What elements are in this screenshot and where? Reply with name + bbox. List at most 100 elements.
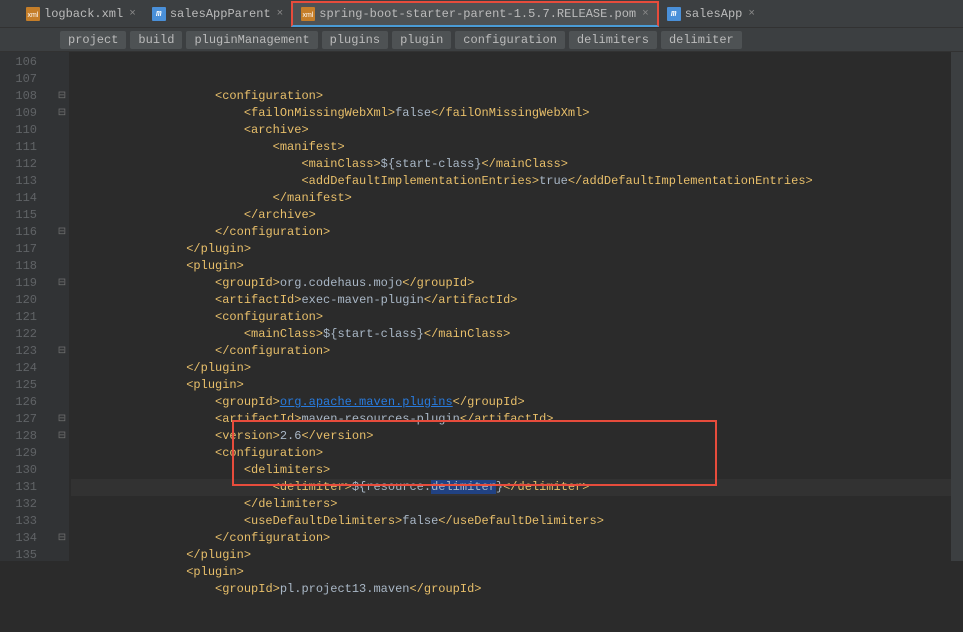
tab-spring-boot-pom[interactable]: xml spring-boot-starter-parent-1.5.7.REL… bbox=[291, 1, 658, 27]
close-icon[interactable]: × bbox=[129, 8, 136, 20]
code-line[interactable]: <delimiter>${resource.delimiter}</delimi… bbox=[71, 479, 951, 496]
code-line[interactable]: <plugin> bbox=[71, 258, 951, 275]
code-line[interactable]: <manifest> bbox=[71, 139, 951, 156]
code-line[interactable]: <delimiters> bbox=[71, 462, 951, 479]
fold-marker[interactable] bbox=[55, 547, 69, 564]
close-icon[interactable]: × bbox=[642, 8, 649, 20]
fold-marker[interactable]: ⊟ bbox=[55, 343, 69, 360]
fold-marker[interactable] bbox=[55, 54, 69, 71]
fold-marker[interactable]: ⊟ bbox=[55, 105, 69, 122]
code-line[interactable]: <plugin> bbox=[71, 564, 951, 581]
code-line[interactable]: </manifest> bbox=[71, 190, 951, 207]
code-line[interactable]: <useDefaultDelimiters>false</useDefaultD… bbox=[71, 513, 951, 530]
code-line[interactable]: <archive> bbox=[71, 122, 951, 139]
line-number: 131 bbox=[0, 479, 37, 496]
fold-marker[interactable] bbox=[55, 394, 69, 411]
fold-marker[interactable] bbox=[55, 360, 69, 377]
crumb-pluginmanagement[interactable]: pluginManagement bbox=[186, 31, 317, 49]
fold-marker[interactable]: ⊟ bbox=[55, 224, 69, 241]
code-line[interactable]: <groupId>pl.project13.maven</groupId> bbox=[71, 581, 951, 598]
fold-marker[interactable] bbox=[55, 513, 69, 530]
code-line[interactable]: <mainClass>${start-class}</mainClass> bbox=[71, 326, 951, 343]
crumb-delimiter[interactable]: delimiter bbox=[661, 31, 742, 49]
code-line[interactable]: </configuration> bbox=[71, 530, 951, 547]
code-line[interactable]: <version>2.6</version> bbox=[71, 428, 951, 445]
fold-marker[interactable] bbox=[55, 122, 69, 139]
fold-marker[interactable] bbox=[55, 71, 69, 88]
line-number: 119 bbox=[0, 275, 37, 292]
code-line[interactable]: </delimiters> bbox=[71, 496, 951, 513]
tab-salesapp[interactable]: m salesApp × bbox=[659, 1, 763, 27]
fold-marker[interactable]: ⊟ bbox=[55, 428, 69, 445]
code-line[interactable]: <artifactId>maven-resources-plugin</arti… bbox=[71, 411, 951, 428]
close-icon[interactable]: × bbox=[748, 8, 755, 20]
code-line[interactable]: <configuration> bbox=[71, 445, 951, 462]
fold-marker[interactable] bbox=[55, 496, 69, 513]
code-line[interactable]: </configuration> bbox=[71, 343, 951, 360]
code-line[interactable]: <artifactId>exec-maven-plugin</artifactI… bbox=[71, 292, 951, 309]
fold-marker[interactable]: ⊟ bbox=[55, 275, 69, 292]
fold-marker[interactable] bbox=[55, 292, 69, 309]
crumb-configuration[interactable]: configuration bbox=[455, 31, 565, 49]
crumb-plugin[interactable]: plugin bbox=[392, 31, 451, 49]
code-line[interactable]: <addDefaultImplementationEntries>true</a… bbox=[71, 173, 951, 190]
svg-text:xml: xml bbox=[28, 12, 39, 19]
line-number: 106 bbox=[0, 54, 37, 71]
tab-label: spring-boot-starter-parent-1.5.7.RELEASE… bbox=[319, 7, 636, 21]
close-icon[interactable]: × bbox=[277, 8, 284, 20]
code-line[interactable]: <plugin> bbox=[71, 377, 951, 394]
line-number: 114 bbox=[0, 190, 37, 207]
fold-marker[interactable] bbox=[55, 377, 69, 394]
line-number: 110 bbox=[0, 122, 37, 139]
line-number: 123 bbox=[0, 343, 37, 360]
line-number: 109 bbox=[0, 105, 37, 122]
line-number: 115 bbox=[0, 207, 37, 224]
vertical-scrollbar[interactable] bbox=[951, 52, 963, 561]
code-line[interactable]: <mainClass>${start-class}</mainClass> bbox=[71, 156, 951, 173]
line-number: 112 bbox=[0, 156, 37, 173]
code-line[interactable]: </plugin> bbox=[71, 241, 951, 258]
code-editor[interactable]: 1061071081091101111121131141151161171181… bbox=[0, 52, 963, 561]
fold-marker[interactable]: ⊟ bbox=[55, 88, 69, 105]
code-line[interactable]: <configuration> bbox=[71, 88, 951, 105]
fold-marker[interactable] bbox=[55, 190, 69, 207]
crumb-build[interactable]: build bbox=[130, 31, 182, 49]
tab-salesappparent[interactable]: m salesAppParent × bbox=[144, 1, 291, 27]
fold-marker[interactable] bbox=[55, 173, 69, 190]
code-line[interactable]: <groupId>org.codehaus.mojo</groupId> bbox=[71, 275, 951, 292]
code-line[interactable]: <groupId>org.apache.maven.plugins</group… bbox=[71, 394, 951, 411]
fold-marker[interactable] bbox=[55, 326, 69, 343]
code-line[interactable]: </plugin> bbox=[71, 547, 951, 564]
crumb-delimiters[interactable]: delimiters bbox=[569, 31, 657, 49]
fold-marker[interactable] bbox=[55, 258, 69, 275]
tab-label: salesAppParent bbox=[170, 7, 271, 21]
line-number: 121 bbox=[0, 309, 37, 326]
crumb-project[interactable]: project bbox=[60, 31, 126, 49]
code-line[interactable]: <failOnMissingWebXml>false</failOnMissin… bbox=[71, 105, 951, 122]
code-line[interactable]: </archive> bbox=[71, 207, 951, 224]
code-line[interactable]: </plugin> bbox=[71, 360, 951, 377]
line-number: 113 bbox=[0, 173, 37, 190]
tab-logback[interactable]: xml logback.xml × bbox=[18, 1, 144, 27]
fold-marker[interactable] bbox=[55, 445, 69, 462]
crumb-plugins[interactable]: plugins bbox=[322, 31, 388, 49]
code-area[interactable]: <configuration> <failOnMissingWebXml>fal… bbox=[69, 52, 951, 561]
fold-marker[interactable] bbox=[55, 462, 69, 479]
svg-text:xml: xml bbox=[303, 12, 314, 19]
fold-marker[interactable] bbox=[55, 156, 69, 173]
line-number: 120 bbox=[0, 292, 37, 309]
xml-file-icon: xml bbox=[301, 7, 315, 21]
fold-marker[interactable] bbox=[55, 207, 69, 224]
fold-marker[interactable]: ⊟ bbox=[55, 411, 69, 428]
fold-marker[interactable] bbox=[55, 479, 69, 496]
fold-marker[interactable] bbox=[55, 309, 69, 326]
line-number: 127 bbox=[0, 411, 37, 428]
code-line[interactable]: <configuration> bbox=[71, 309, 951, 326]
code-line[interactable]: </configuration> bbox=[71, 224, 951, 241]
line-number: 108 bbox=[0, 88, 37, 105]
fold-marker[interactable] bbox=[55, 241, 69, 258]
tab-label: logback.xml bbox=[44, 7, 123, 21]
fold-marker[interactable]: ⊟ bbox=[55, 530, 69, 547]
fold-marker[interactable] bbox=[55, 139, 69, 156]
line-number: 128 bbox=[0, 428, 37, 445]
